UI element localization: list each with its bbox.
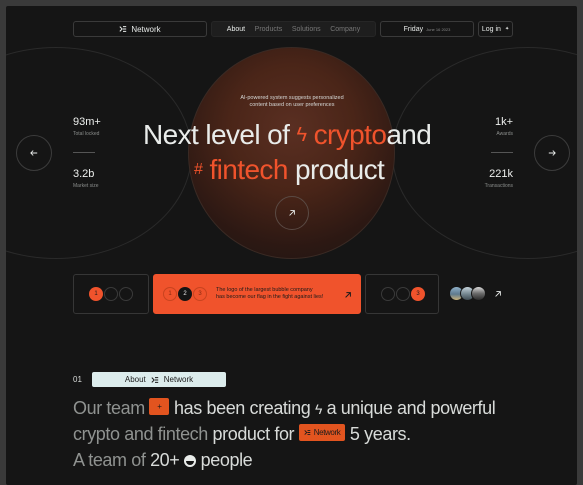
slide-indicator-active: 3 (411, 287, 425, 301)
lightning-icon: ϟ (296, 124, 307, 146)
next-slide-button[interactable] (534, 135, 570, 171)
hero-action-button[interactable] (275, 196, 309, 230)
nav-products[interactable]: Products (255, 26, 283, 33)
prev-slide-button[interactable] (16, 135, 52, 171)
slide-indicator-active: 2 (178, 287, 192, 301)
slide-card-1[interactable]: 1 (73, 274, 149, 314)
about-line-3: A team of 20+ people (73, 450, 253, 470)
avatar-group[interactable] (449, 286, 493, 302)
stat-awards-value: 1k+ (494, 116, 513, 128)
slide-indicator (381, 287, 395, 301)
slide-caption: The logo of the largest bubble company h… (216, 287, 324, 300)
avatar (471, 286, 486, 301)
slide-indicator: 3 (193, 287, 207, 301)
stat-total-locked-label: Total locked (73, 131, 100, 137)
about-line-2: crypto and fintech product for Network 5… (73, 423, 411, 444)
slide-indicator-active: 1 (89, 287, 103, 301)
stat-transactions-label: Transactions (484, 183, 513, 189)
about-line-1: Our team + has been creating ϟ a unique … (73, 397, 496, 418)
stat-divider-right (491, 152, 513, 153)
sparkle-icon: ✦ (504, 26, 510, 32)
arrow-left-icon (30, 150, 38, 156)
slide-indicator (396, 287, 410, 301)
nav-company[interactable]: Company (330, 26, 360, 33)
date-day: Friday (403, 25, 424, 33)
arrow-up-right-icon (345, 292, 351, 298)
arrow-right-icon (548, 150, 556, 156)
about-pill: About Network (92, 372, 226, 387)
login-button[interactable]: Log in ✦ (478, 21, 513, 37)
hero-headline-line1: Next level of ϟ cryptoand (143, 119, 432, 150)
network-logo-icon (304, 429, 311, 435)
hero-tagline: AI-powered system suggests personalized … (240, 95, 344, 108)
stat-transactions-value: 221k (489, 168, 513, 180)
slide-indicator (119, 287, 133, 301)
date-display: Friday June 16 2023 (380, 21, 474, 37)
nav-solutions[interactable]: Solutions (292, 26, 321, 33)
lightning-icon: ϟ (314, 401, 322, 417)
stat-awards-label: Awards (496, 131, 513, 137)
section-index: 01 (73, 375, 82, 384)
smile-icon (184, 455, 197, 467)
plus-tag: + (149, 397, 170, 415)
page: Network About Products Solutions Company… (6, 6, 577, 485)
network-tag: Network (298, 423, 346, 441)
hero-headline-line2: # fintech product (194, 154, 385, 185)
slide-card-3[interactable]: 3 (365, 274, 439, 314)
hash-icon: # (194, 161, 203, 178)
stat-market-size-label: Market size (73, 183, 99, 189)
stat-divider-left (73, 152, 95, 153)
network-logo-icon (119, 26, 127, 32)
brand-logo[interactable]: Network (73, 21, 207, 37)
arrow-up-right-icon (289, 210, 295, 216)
login-label: Log in (481, 25, 501, 33)
slide-indicator (104, 287, 118, 301)
slide-indicator: 1 (163, 287, 177, 301)
nav-about[interactable]: About (227, 26, 245, 33)
date-full: June 16 2023 (426, 26, 451, 32)
stat-market-size-value: 3.2b (73, 168, 95, 180)
slide-card-2-active[interactable]: 1 2 3 The logo of the largest bubble com… (153, 274, 361, 314)
main-nav: About Products Solutions Company (211, 21, 376, 37)
arrow-up-right-icon[interactable] (494, 290, 502, 298)
stat-total-locked-value: 93m+ (73, 116, 101, 128)
brand-name: Network (131, 24, 161, 34)
network-logo-icon (151, 376, 158, 383)
